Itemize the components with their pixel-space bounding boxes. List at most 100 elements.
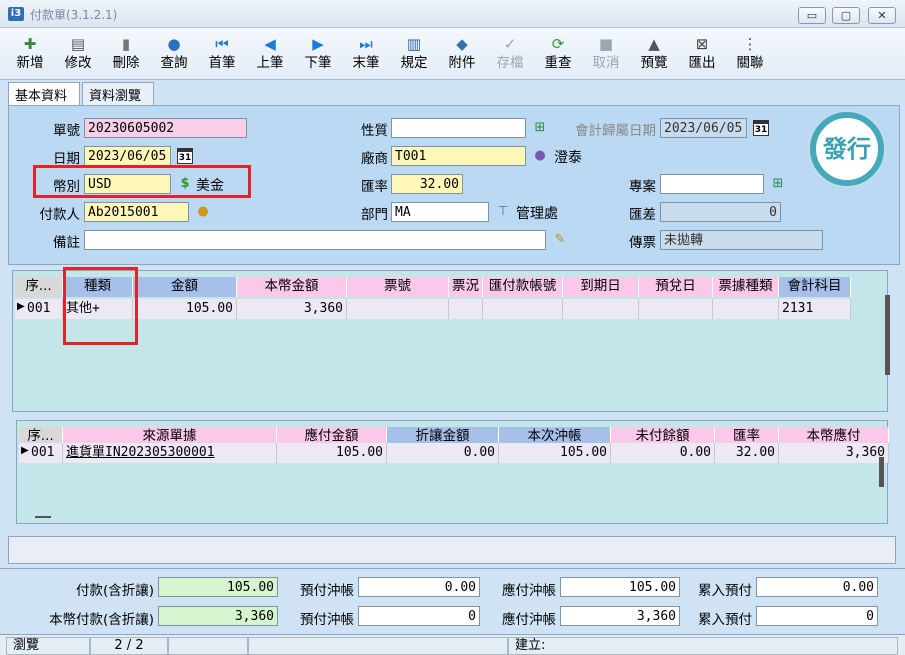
column-header[interactable]: 會計科目 <box>779 277 851 297</box>
table-cell[interactable]: 進貨單IN202305300001 <box>63 443 277 463</box>
toolbar-button-label: 附件 <box>448 55 476 71</box>
rate-diff-label: 匯差 <box>629 207 656 223</box>
attachment-icon: ◆ <box>456 35 468 53</box>
toolbar-button-first-record[interactable]: ⏮ 首筆 <box>200 34 244 78</box>
column-header[interactable]: 票據種類 <box>713 277 779 297</box>
next-record-icon: ▶ <box>312 35 324 53</box>
maximize-button[interactable]: ▢ <box>832 7 860 24</box>
toolbar-button-search[interactable]: ● 查詢 <box>152 34 196 78</box>
column-header[interactable]: 本幣金額 <box>237 277 347 297</box>
voucher-label: 傳票 <box>629 235 656 251</box>
toolbar-button-link[interactable]: ⋮ 關聯 <box>728 34 772 78</box>
status-mode: 瀏覽 <box>6 637 90 655</box>
prev-record-icon: ◀ <box>264 35 276 53</box>
toolbar-button-label: 匯出 <box>688 55 716 71</box>
prepay-field-1: 0.00 <box>358 577 480 597</box>
acct-calendar-icon[interactable]: 31 <box>753 120 769 136</box>
table-cell[interactable] <box>563 299 639 319</box>
table-cell[interactable] <box>449 299 483 319</box>
save-icon: ✓ <box>503 35 517 53</box>
dept-field[interactable]: MA <box>391 202 489 222</box>
payable-label-2: 應付沖帳 <box>502 612 556 628</box>
table-cell[interactable]: 3,360 <box>779 443 889 463</box>
table-cell[interactable] <box>483 299 563 319</box>
table-cell[interactable]: 0.00 <box>611 443 715 463</box>
org-tree-icon[interactable]: ⊤ <box>494 203 512 221</box>
payable-label-1: 應付沖帳 <box>502 583 556 599</box>
table-cell[interactable]: 0.00 <box>387 443 499 463</box>
table-cell[interactable]: 105.00 <box>499 443 611 463</box>
column-header[interactable]: 序... <box>15 277 63 297</box>
toolbar-button-last-record[interactable]: ⏭ 末筆 <box>344 34 388 78</box>
column-header[interactable]: 匯付款帳號 <box>483 277 563 297</box>
column-header[interactable]: 票況 <box>449 277 483 297</box>
status-blank-1 <box>168 637 248 655</box>
toolbar-button-book[interactable]: ▥ 規定 <box>392 34 436 78</box>
lookup-icon[interactable]: ⊞ <box>531 119 549 137</box>
remark-field[interactable] <box>84 230 546 250</box>
currency-dollar-icon[interactable]: $ <box>176 175 194 193</box>
column-header[interactable]: 到期日 <box>563 277 639 297</box>
rate-label: 匯率 <box>361 179 388 195</box>
table-cell[interactable] <box>713 299 779 319</box>
toolbar-button-attachment[interactable]: ◆ 附件 <box>440 34 484 78</box>
toolbar-button-delete[interactable]: ▮ 刪除 <box>104 34 148 78</box>
table-cell[interactable]: 105.00 <box>133 299 237 319</box>
calendar-icon[interactable]: 31 <box>177 148 193 164</box>
column-header[interactable]: 預兌日 <box>639 277 713 297</box>
toolbar-button-prev-record[interactable]: ◀ 上筆 <box>248 34 292 78</box>
rate-field[interactable]: 32.00 <box>391 174 463 194</box>
toolbar-button-label: 上筆 <box>256 55 284 71</box>
toolbar-button-preview[interactable]: ▲ 預覽 <box>632 34 676 78</box>
toolbar-button-label: 預覽 <box>640 55 668 71</box>
acct-date-field[interactable]: 2023/06/05 <box>660 118 747 138</box>
project-label: 專案 <box>629 179 656 195</box>
new-icon: ✚ <box>23 35 37 53</box>
toolbar-button-refresh[interactable]: ⟳ 重查 <box>536 34 580 78</box>
pay-field: 105.00 <box>158 577 278 597</box>
window-title: 付款單(3.1.2.1) <box>30 8 118 22</box>
horizontal-scrollbar[interactable] <box>35 516 51 518</box>
column-header[interactable]: 票號 <box>347 277 449 297</box>
vendor-field[interactable]: T001 <box>391 146 526 166</box>
base-pay-field: 3,360 <box>158 606 278 626</box>
close-button[interactable]: ✕ <box>868 7 896 24</box>
doc-no-field[interactable]: 20230605002 <box>84 118 247 138</box>
tab-basic-info[interactable]: 基本資料 <box>8 82 80 106</box>
vertical-scrollbar[interactable] <box>879 457 884 487</box>
toolbar-button-label: 末筆 <box>352 55 380 71</box>
payer-field[interactable]: Ab2015001 <box>84 202 189 222</box>
toolbar-button-export[interactable]: ⊠ 匯出 <box>680 34 724 78</box>
tab-data-browse[interactable]: 資料瀏覽 <box>82 82 154 106</box>
toolbar-button-edit[interactable]: ▤ 修改 <box>56 34 100 78</box>
pencil-icon[interactable]: ✎ <box>551 231 569 249</box>
toolbar-button-next-record[interactable]: ▶ 下筆 <box>296 34 340 78</box>
table-cell[interactable] <box>347 299 449 319</box>
toolbar-button-label: 刪除 <box>112 55 140 71</box>
first-record-icon: ⏮ <box>215 35 229 53</box>
people-lookup-icon[interactable]: ● <box>194 203 212 221</box>
table-cell[interactable]: 32.00 <box>715 443 779 463</box>
table-cell[interactable]: 3,360 <box>237 299 347 319</box>
toolbar-button-new[interactable]: ✚ 新增 <box>8 34 52 78</box>
project-lookup-icon[interactable]: ⊞ <box>769 175 787 193</box>
vertical-scrollbar[interactable] <box>885 295 890 375</box>
project-field[interactable] <box>660 174 764 194</box>
date-field[interactable]: 2023/06/05 <box>84 146 171 166</box>
table-cell[interactable] <box>639 299 713 319</box>
highlight-box-type <box>63 267 138 345</box>
currency-name: 美金 <box>196 178 224 194</box>
table-cell[interactable]: 105.00 <box>277 443 387 463</box>
table-cell[interactable]: 2131 <box>779 299 851 319</box>
payer-label: 付款人 <box>39 207 81 223</box>
toolbar-button-label: 關聯 <box>736 55 764 71</box>
minimize-button[interactable]: ▭ <box>798 7 826 24</box>
column-header[interactable]: 金額 <box>133 277 237 297</box>
nature-label: 性質 <box>361 123 388 139</box>
toolbar-button-label: 首筆 <box>208 55 236 71</box>
prepay-label-1: 預付沖帳 <box>300 583 354 599</box>
currency-field[interactable]: USD <box>84 174 171 194</box>
vendor-lookup-icon[interactable]: ● <box>531 147 549 165</box>
toolbar-button-label: 修改 <box>64 55 92 71</box>
nature-field[interactable] <box>391 118 526 138</box>
